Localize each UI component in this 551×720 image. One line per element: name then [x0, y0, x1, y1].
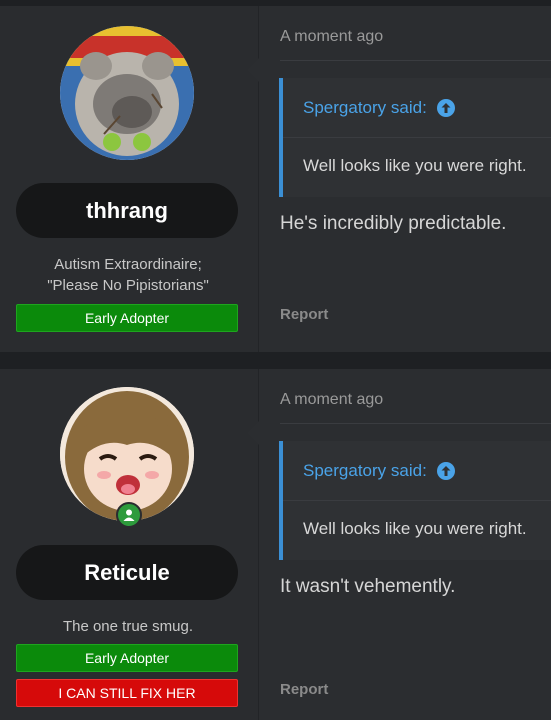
user-title-line: Autism Extraordinaire;: [54, 256, 202, 273]
quote-author[interactable]: Spergatory said:: [303, 461, 427, 481]
user-title-line: "Please No Pipistorians": [47, 277, 209, 294]
quote-header[interactable]: Spergatory said:: [303, 98, 456, 118]
quote-author[interactable]: Spergatory said:: [303, 98, 427, 118]
post-arrow: [247, 421, 259, 445]
report-link[interactable]: Report: [280, 306, 328, 323]
user-badge: I CAN STILL FIX HER: [16, 679, 238, 707]
post-message: It wasn't vehemently.: [280, 576, 456, 597]
thread: thhrang Autism Extraordinaire; "Please N…: [0, 0, 551, 720]
user-info-panel: Reticule The one true smug. Early Adopte…: [0, 369, 259, 720]
avatar[interactable]: [60, 26, 194, 160]
user-badge: Early Adopter: [16, 644, 238, 672]
user-title-line: The one true smug.: [62, 618, 194, 635]
quote-text: Well looks like you were right.: [303, 519, 527, 538]
user-title: The one true smug.: [0, 616, 256, 637]
post-content: A moment ago Spergatory said: Well looks…: [247, 6, 551, 352]
user-badge: Early Adopter: [16, 304, 238, 332]
post: Reticule The one true smug. Early Adopte…: [0, 369, 551, 720]
post: thhrang Autism Extraordinaire; "Please N…: [0, 6, 551, 352]
divider: [280, 60, 551, 61]
username[interactable]: thhrang: [16, 183, 238, 238]
post-timestamp[interactable]: A moment ago: [280, 391, 383, 409]
quote-block: Spergatory said: Well looks like you wer…: [279, 441, 551, 560]
user-title: Autism Extraordinaire; "Please No Pipist…: [0, 254, 256, 296]
online-status-icon: [116, 502, 142, 528]
avatar-image: [60, 26, 194, 160]
avatar-image: [60, 387, 194, 521]
quote-text: Well looks like you were right.: [303, 156, 527, 175]
post-timestamp[interactable]: A moment ago: [280, 28, 383, 46]
user-info-panel: thhrang Autism Extraordinaire; "Please N…: [0, 6, 259, 352]
arrow-up-circle-icon[interactable]: [436, 98, 456, 118]
avatar[interactable]: [60, 387, 194, 521]
divider: [283, 137, 551, 138]
divider: [283, 500, 551, 501]
report-link[interactable]: Report: [280, 681, 328, 698]
post-message: He's incredibly predictable.: [280, 213, 507, 234]
post-content: A moment ago Spergatory said: Well looks…: [247, 369, 551, 720]
divider: [280, 423, 551, 424]
quote-block: Spergatory said: Well looks like you wer…: [279, 78, 551, 197]
arrow-up-circle-icon[interactable]: [436, 461, 456, 481]
quote-header[interactable]: Spergatory said:: [303, 461, 456, 481]
post-arrow: [247, 58, 259, 82]
user-icon: [123, 509, 135, 521]
username[interactable]: Reticule: [16, 545, 238, 600]
